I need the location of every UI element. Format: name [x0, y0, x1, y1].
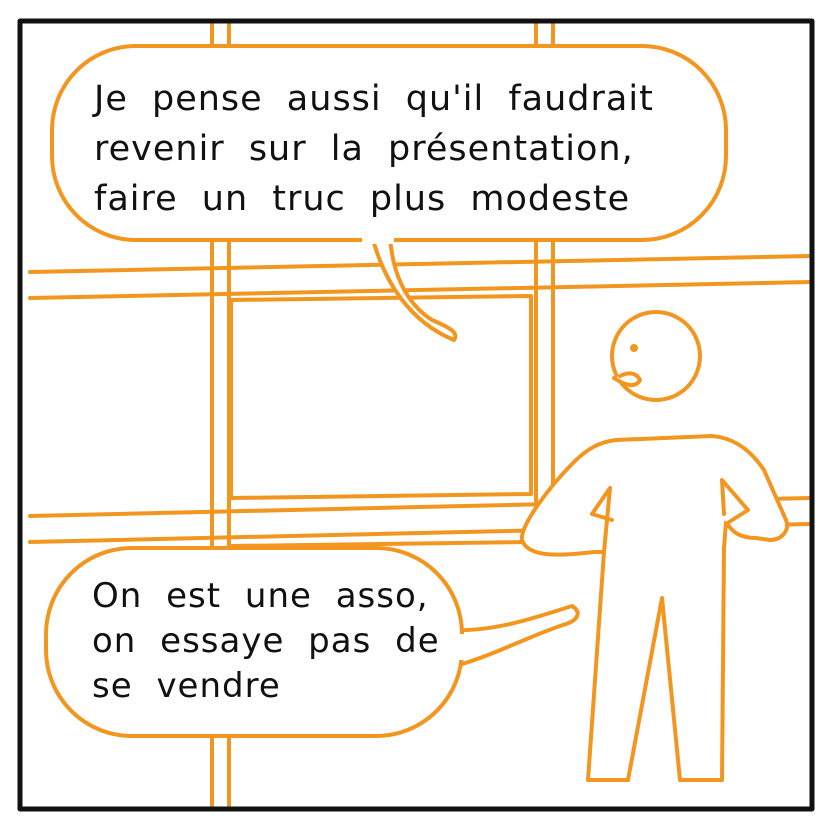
bottom-bubble-line: on essaye pas de	[92, 621, 440, 661]
top-bubble-text: Je pense aussi qu'il faudrait revenir su…	[94, 74, 654, 224]
bottom-bubble-line: On est une asso,	[92, 576, 429, 616]
bottom-bubble-line: se vendre	[92, 666, 281, 706]
window-pane	[229, 540, 533, 548]
top-bubble-line: revenir sur la présentation,	[94, 129, 634, 169]
person-silhouette-icon	[519, 310, 789, 782]
window-frame-line	[28, 254, 812, 274]
top-bubble-line: faire un truc plus modeste	[94, 179, 631, 219]
character-eye	[630, 344, 638, 352]
bottom-bubble-text: On est une asso, on essaye pas de se ven…	[92, 574, 440, 709]
top-bubble-line: Je pense aussi qu'il faudrait	[94, 79, 654, 119]
window-pane	[229, 294, 533, 500]
character-head	[610, 310, 702, 402]
bottom-bubble-tail	[450, 604, 580, 666]
